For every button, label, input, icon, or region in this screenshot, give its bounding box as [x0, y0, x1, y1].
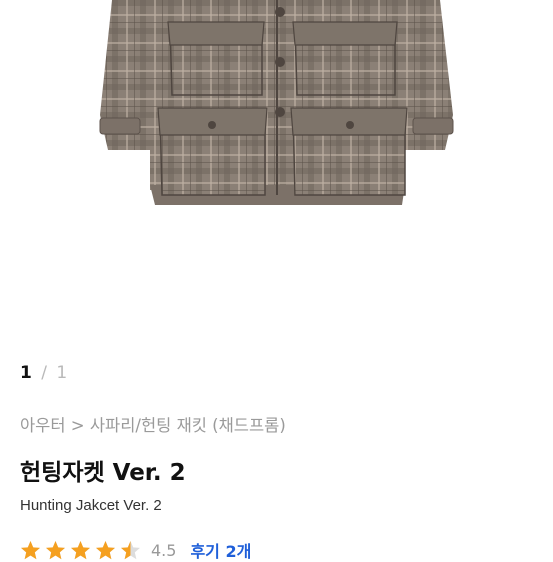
pager-total: 1: [56, 363, 68, 383]
pager-current: 1: [20, 363, 32, 383]
star-icon: [121, 540, 140, 559]
star-icon: [71, 540, 90, 559]
breadcrumb-arrow: >: [70, 416, 85, 435]
rating-row: 4.5 후기 2개: [20, 538, 251, 562]
product-image-area[interactable]: [0, 0, 553, 345]
star-icon: [96, 540, 115, 559]
star-icon: [46, 540, 65, 559]
breadcrumb-category[interactable]: 사파리/헌팅 재킷 (채드프롬): [90, 416, 286, 435]
rating-stars: [20, 540, 145, 561]
reviews-link[interactable]: 후기 2개: [190, 538, 251, 562]
jacket-photo: [99, 0, 454, 205]
rating-score: 4.5: [151, 540, 177, 560]
star-icon: [21, 540, 40, 559]
image-pager: 1 / 1: [20, 362, 67, 384]
product-subtitle: Hunting Jakcet Ver. 2: [20, 497, 162, 514]
pager-separator: /: [41, 363, 47, 383]
breadcrumb: 아우터 > 사파리/헌팅 재킷 (채드프롬): [20, 414, 286, 438]
breadcrumb-parent[interactable]: 아우터: [20, 416, 66, 435]
product-title: 헌팅자켓 Ver. 2: [20, 460, 186, 486]
